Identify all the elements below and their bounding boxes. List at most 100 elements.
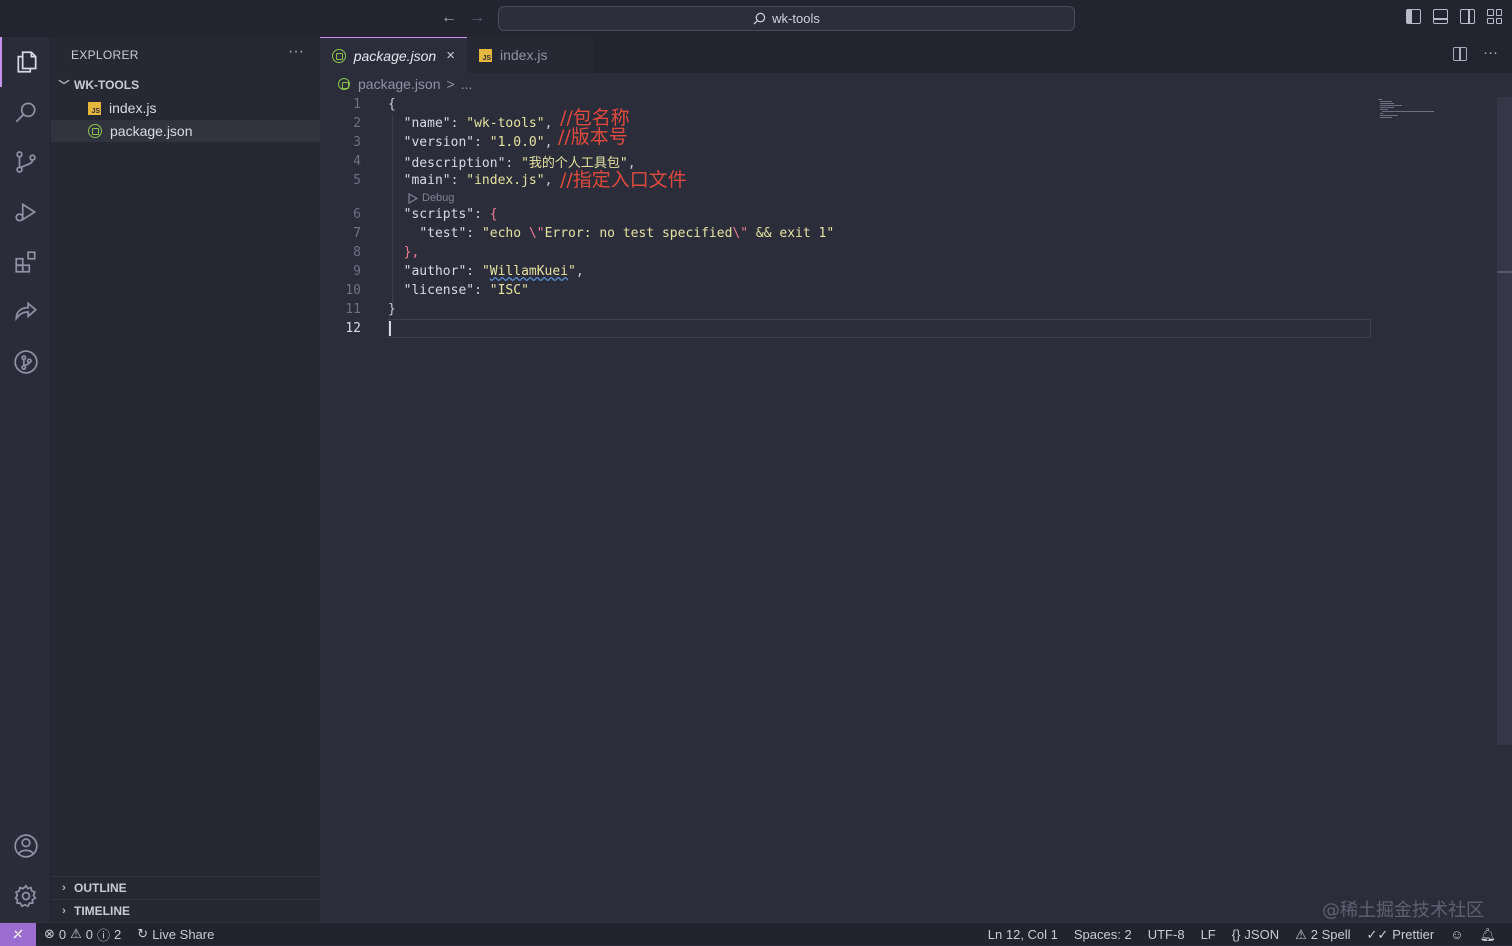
back-arrow-icon[interactable]: ← (441, 9, 457, 27)
minimap[interactable] (1376, 97, 1436, 121)
javascript-file-icon: JS (479, 48, 492, 62)
outline-label: OUTLINE (74, 881, 127, 895)
encoding[interactable]: UTF-8 (1140, 927, 1193, 942)
tab-bar: package.json × JS index.js ··· (320, 37, 1512, 73)
line-number: 8 (353, 245, 361, 260)
info-count: 2 (114, 926, 122, 942)
line-number: 5 (353, 173, 361, 188)
live-share-icon: ↻ (137, 926, 149, 941)
split-editor-icon[interactable] (1453, 47, 1467, 61)
code-line: 2 "name": "wk-tools", (320, 114, 1500, 133)
info-icon: ⓘ (97, 927, 111, 943)
file-name: index.js (109, 100, 157, 116)
cursor-position[interactable]: Ln 12, Col 1 (980, 927, 1066, 942)
file-item-package-json[interactable]: package.json (51, 120, 320, 142)
code-line: 3 "version": "1.0.0", (320, 133, 1500, 152)
extensions-icon[interactable] (0, 237, 51, 287)
outline-section[interactable]: › OUTLINE (51, 876, 320, 899)
code-text: "scripts": { (403, 207, 498, 222)
breadcrumb-separator: > (446, 76, 455, 92)
spell-check-status[interactable]: ⚠ 2 Spell (1287, 927, 1358, 943)
source-control-icon[interactable] (0, 137, 51, 187)
notifications-bell-icon[interactable]: 🔔︎ (1471, 927, 1504, 943)
code-line: 10 "license": "ISC" (320, 281, 1500, 300)
timeline-section[interactable]: › TIMELINE (51, 899, 320, 922)
codelens-label: Debug (422, 192, 455, 204)
code-text: "version": "1.0.0", (403, 135, 553, 150)
settings-gear-icon[interactable] (0, 871, 51, 921)
feedback-icon[interactable]: ☺ (1442, 927, 1471, 942)
sidebar-title: EXPLORER (71, 48, 139, 62)
line-number: 7 (353, 226, 361, 241)
toggle-panel-icon[interactable] (1433, 9, 1448, 24)
warning-count: 0 (85, 926, 94, 942)
toggle-primary-sidebar-icon[interactable] (1406, 9, 1421, 24)
end-of-line[interactable]: LF (1193, 927, 1224, 942)
explorer-sidebar: EXPLORER ··· ﹀ WK-TOOLS JS index.js pack… (51, 37, 320, 922)
forward-arrow-icon[interactable]: → (469, 9, 485, 27)
toggle-secondary-sidebar-icon[interactable] (1460, 9, 1475, 24)
line-number: 11 (345, 302, 361, 317)
breadcrumb: package.json > ... (338, 76, 472, 92)
breadcrumb-symbol[interactable]: ... (461, 76, 473, 92)
git-graph-icon[interactable] (0, 337, 51, 387)
layout-controls (1406, 9, 1502, 24)
line-number: 4 (353, 154, 361, 169)
vertical-scrollbar[interactable] (1497, 97, 1512, 745)
chevron-right-icon: › (62, 905, 66, 917)
run-debug-icon[interactable] (0, 187, 51, 237)
tab-index-js[interactable]: JS index.js (467, 37, 593, 73)
spell-label: 2 Spell (1310, 927, 1351, 942)
tab-package-json[interactable]: package.json × (320, 37, 467, 73)
line-number: 9 (353, 264, 361, 279)
folder-header[interactable]: ﹀ WK-TOOLS (51, 74, 320, 96)
watermark: @稀土掘金技术社区 (1322, 900, 1484, 921)
sidebar-more-actions-icon[interactable]: ··· (288, 43, 304, 61)
code-text: "author": "WillamKuei", (403, 264, 584, 279)
scrollbar-cursor-marker (1497, 271, 1512, 273)
timeline-label: TIMELINE (74, 904, 130, 918)
error-count: 0 (58, 926, 67, 942)
code-text: "main": "index.js", (403, 173, 553, 188)
search-icon[interactable] (0, 87, 51, 137)
annotation-version: //版本号 (558, 126, 628, 148)
activity-bar (0, 37, 51, 922)
chevron-right-icon: › (62, 882, 66, 894)
remote-indicator-icon[interactable] (0, 922, 36, 946)
indentation[interactable]: Spaces: 2 (1066, 927, 1140, 942)
play-icon (408, 192, 418, 204)
explorer-icon[interactable] (0, 37, 51, 87)
title-bar: ← → wk-tools (0, 0, 1512, 37)
live-share-status[interactable]: ↻ Live Share (129, 926, 222, 942)
code-text: "name": "wk-tools", (403, 116, 553, 131)
command-center-search[interactable]: wk-tools (498, 6, 1075, 31)
debug-codelens[interactable]: Debug (408, 192, 454, 204)
code-text: "license": "ISC" (403, 283, 529, 298)
live-share-icon[interactable] (0, 287, 51, 337)
line-number: 12 (345, 321, 361, 336)
language-mode[interactable]: {} JSON (1224, 927, 1287, 942)
code-text: } (388, 302, 396, 317)
more-actions-icon[interactable]: ··· (1483, 45, 1498, 61)
prettier-status[interactable]: ✓✓ Prettier (1359, 927, 1443, 943)
folder-name: WK-TOOLS (74, 78, 140, 92)
code-text: { (388, 97, 396, 112)
line-number: 2 (353, 116, 361, 131)
nodejs-file-icon (332, 48, 346, 63)
line-number: 6 (353, 207, 361, 222)
annotation-entry-file: //指定入口文件 (560, 169, 687, 191)
accounts-icon[interactable] (0, 821, 51, 871)
editor-actions: ··· (1453, 45, 1498, 61)
line-number: 3 (353, 135, 361, 150)
code-line: 5 "main": "index.js", (320, 171, 1500, 190)
braces-icon: {} (1231, 927, 1241, 942)
tab-label: index.js (500, 47, 548, 63)
problems-indicator[interactable]: ⊗ 0 ⚠ 0 ⓘ 2 (36, 925, 129, 944)
code-line: 8 }, (320, 243, 1500, 262)
close-icon[interactable]: × (446, 47, 455, 64)
file-item-index-js[interactable]: JS index.js (51, 97, 320, 119)
customize-layout-icon[interactable] (1487, 9, 1502, 24)
breadcrumb-file[interactable]: package.json (358, 76, 441, 92)
error-icon: ⊗ (44, 926, 55, 941)
line-number: 10 (345, 283, 361, 298)
